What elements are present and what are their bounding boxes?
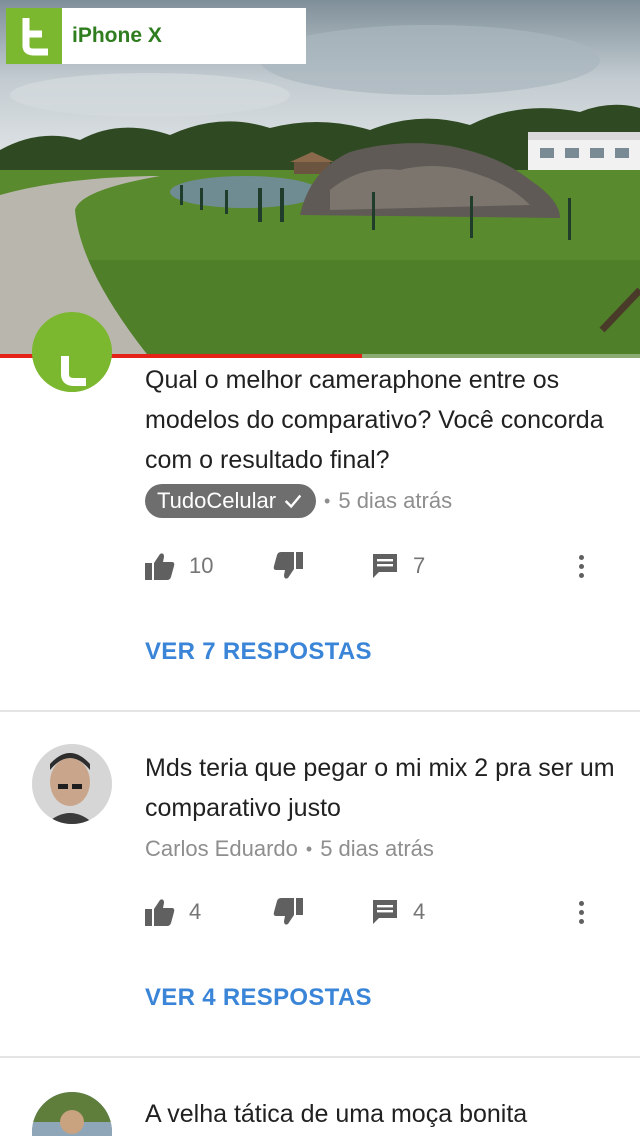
avatar[interactable] [32, 1092, 112, 1136]
author-name[interactable]: Carlos Eduardo [145, 836, 298, 862]
view-replies-button[interactable]: VER 4 RESPOSTAS [145, 984, 372, 1012]
more-vert-icon[interactable] [569, 546, 593, 586]
avatar[interactable] [32, 312, 112, 392]
reply-icon [373, 554, 397, 578]
separator-dot: • [324, 490, 331, 511]
comment-time: 5 dias atrás [338, 488, 453, 513]
separator-dot: • [305, 838, 313, 859]
avatar[interactable] [32, 744, 112, 824]
author-badge[interactable]: TudoCelular [145, 484, 317, 518]
like-count: 10 [189, 553, 214, 578]
comment-item: Qual o melhor cameraphone entre os model… [0, 312, 640, 710]
reply-count: 4 [413, 899, 426, 924]
thumbs-up-icon [145, 899, 175, 926]
check-icon [284, 494, 302, 509]
comment-text: Qual o melhor cameraphone entre os model… [145, 366, 604, 474]
tudocelular-logo [6, 8, 62, 64]
comment-actions: 4 4 [145, 892, 615, 932]
view-replies-button[interactable]: VER 7 RESPOSTAS [145, 638, 372, 666]
reply-count: 7 [413, 553, 426, 578]
dislike-button[interactable] [273, 546, 303, 586]
dislike-button[interactable] [273, 892, 303, 932]
like-button[interactable]: 4 [145, 892, 201, 932]
thumbs-down-icon [273, 552, 303, 579]
comment-item: A velha tática de uma moça bonita [0, 1058, 640, 1136]
watermark-label: iPhone X [72, 24, 162, 47]
more-vert-icon[interactable] [569, 892, 593, 932]
comment-time: 5 dias atrás [320, 836, 434, 861]
comment-item: Mds teria que pegar o mi mix 2 pra ser u… [0, 712, 640, 1056]
comment-meta: Carlos Eduardo • 5 dias atrás [145, 832, 434, 866]
video-player[interactable]: iPhone X [0, 0, 640, 358]
thumbs-up-icon [145, 553, 175, 580]
comment-actions: 10 7 [145, 546, 615, 586]
comment-text: Mds teria que pegar o mi mix 2 pra ser u… [145, 754, 615, 822]
like-count: 4 [189, 899, 202, 924]
reply-button[interactable]: 7 [371, 546, 425, 586]
thumbs-down-icon [273, 898, 303, 925]
author-name: TudoCelular [157, 488, 277, 513]
channel-watermark: iPhone X [6, 8, 306, 64]
like-button[interactable]: 10 [145, 546, 213, 586]
reply-icon [373, 900, 397, 924]
reply-button[interactable]: 4 [371, 892, 425, 932]
comment-meta: TudoCelular • 5 dias atrás [145, 484, 452, 518]
comment-text: A velha tática de uma moça bonita [145, 1100, 528, 1128]
